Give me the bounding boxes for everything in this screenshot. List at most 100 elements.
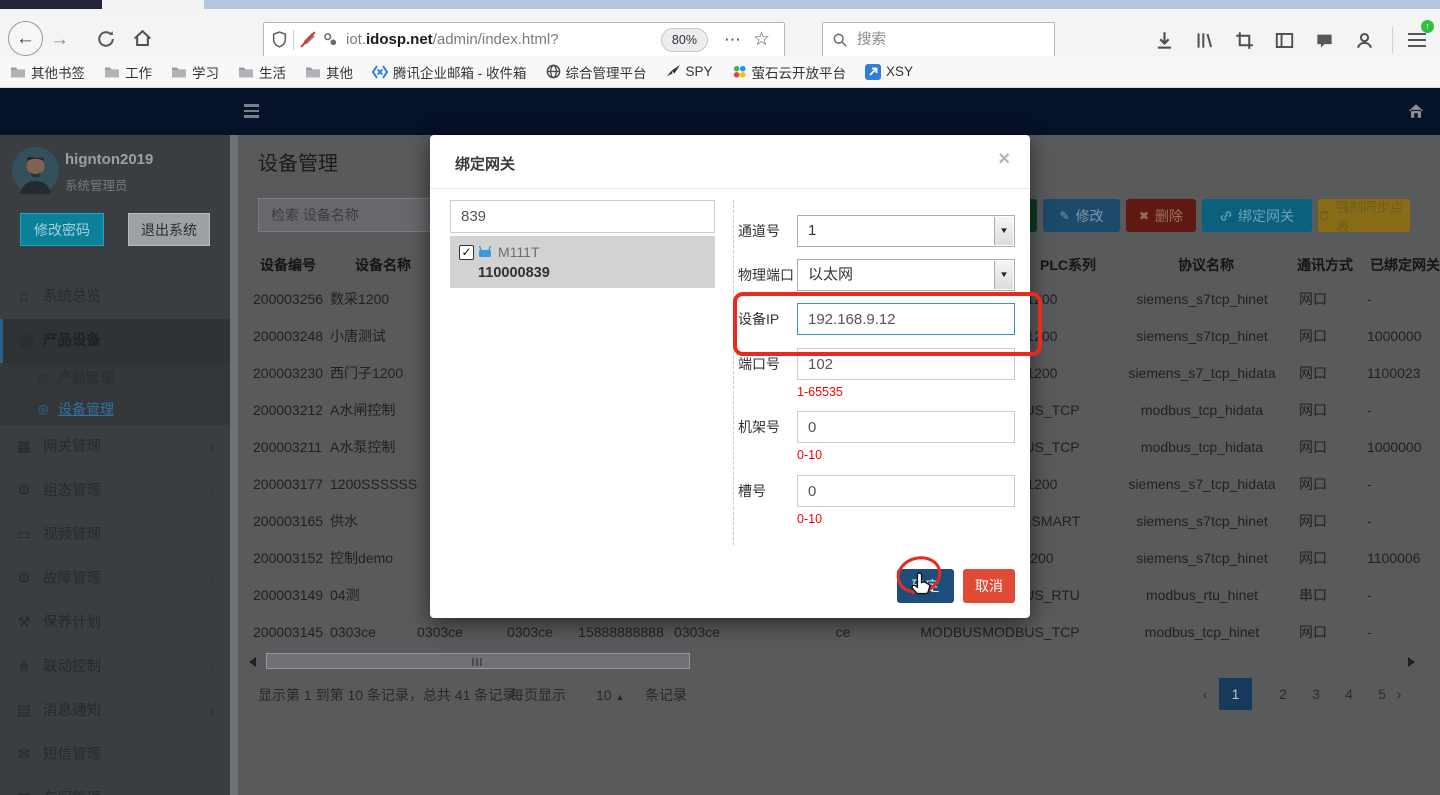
home-button[interactable] — [133, 29, 152, 53]
cell-gw: - — [1367, 503, 1372, 540]
browser-search-input[interactable] — [855, 31, 1019, 49]
bind-gateway-button[interactable]: 绑定网关 — [1202, 199, 1312, 232]
bookmark-star-icon[interactable]: ☆ — [753, 28, 770, 51]
bookmark-item[interactable]: XSY — [865, 64, 913, 80]
gateway-list-item[interactable]: ✓ M111T 110000839 — [450, 236, 715, 288]
app-home-icon[interactable] — [1407, 102, 1425, 125]
input-机架号[interactable] — [797, 411, 1015, 443]
library-icon[interactable] — [1195, 31, 1214, 55]
column-header[interactable]: 已绑定网关 — [1370, 252, 1440, 278]
cell-proto: siemens_s7tcp_hinet — [1136, 540, 1268, 577]
sidebar-subitem[interactable]: ◎产品管理 — [0, 363, 230, 394]
browser-search[interactable] — [822, 22, 1055, 57]
bookmark-item[interactable]: 综合管理平台 — [546, 62, 647, 82]
page-button-1[interactable]: 1 — [1219, 678, 1252, 710]
prev-page-button[interactable]: ‹ — [1196, 678, 1214, 710]
link-icon — [1220, 210, 1232, 222]
bookmark-label: 生活 — [259, 62, 286, 82]
url-bar[interactable]: iot.idosp.net/admin/index.html? 80% ⋯ ☆ — [263, 22, 785, 57]
blocked-pencil-icon[interactable] — [300, 31, 317, 48]
page-button-3[interactable]: 3 — [1306, 678, 1326, 710]
column-header[interactable]: PLC系列 — [1040, 252, 1096, 278]
sidebar-item-3[interactable]: ⚙组态管理‹ — [0, 469, 230, 513]
scroll-left-icon[interactable] — [249, 657, 256, 667]
cancel-button[interactable]: 取消 — [963, 569, 1015, 603]
sidebar-toggle-icon[interactable] — [1275, 31, 1294, 55]
zoom-level-badge[interactable]: 80% — [661, 28, 708, 52]
forward-button[interactable]: → — [50, 30, 69, 49]
sidebar-item-7[interactable]: ⋔联动控制‹ — [0, 645, 230, 689]
bookmark-item[interactable]: 腾讯企业邮箱 - 收件箱 — [372, 62, 527, 82]
url-text[interactable]: iot.idosp.net/admin/index.html? — [346, 31, 661, 48]
sidebar-item-1[interactable]: ▤产品设备‹ — [0, 319, 230, 363]
avatar[interactable] — [12, 147, 59, 199]
sidebar-item-10[interactable]: ▦车间管理 — [0, 777, 230, 795]
bind-gateway-modal: 绑定网关 × ✓ M111T 110000839 通道号1▼物理端口以太网▼设备… — [430, 135, 1030, 618]
horizontal-scrollbar[interactable] — [266, 653, 690, 669]
dropdown-arrow-icon[interactable]: ▼ — [994, 217, 1013, 245]
sidebar-item-label: 车间管理 — [43, 777, 101, 795]
device-search-input[interactable] — [258, 198, 455, 232]
download-icon[interactable] — [1155, 31, 1174, 55]
column-header[interactable]: 设备编号 — [260, 252, 316, 278]
sidebar-item-4[interactable]: ▭视频管理 — [0, 513, 230, 557]
page-button-2[interactable]: 2 — [1273, 678, 1293, 710]
bookmark-folder[interactable]: 生活 — [238, 62, 286, 82]
sidebar-item-6[interactable]: ⚒保养计划 — [0, 601, 230, 645]
page-button-4[interactable]: 4 — [1339, 678, 1359, 710]
edit-button[interactable]: ✎修改 — [1043, 199, 1120, 232]
bookmark-item[interactable]: 萤石云开放平台 — [732, 62, 847, 82]
reload-button[interactable] — [97, 30, 115, 53]
sync-icon — [1318, 210, 1330, 222]
dropdown-arrow-icon[interactable]: ▼ — [994, 261, 1013, 289]
cell-name: 供水 — [330, 503, 358, 540]
cell-plc: MODBUS_TCP — [982, 614, 1079, 651]
bookmark-folder[interactable]: 学习 — [171, 62, 219, 82]
permissions-icon[interactable] — [323, 32, 338, 47]
input-槽号[interactable] — [797, 475, 1015, 507]
close-icon[interactable]: × — [998, 149, 1010, 169]
dots-icon — [732, 64, 747, 79]
sidebar-subitem[interactable]: ◎设备管理 — [0, 394, 230, 425]
bookmark-folder[interactable]: 其他书签 — [10, 62, 85, 82]
sidebar-item-5[interactable]: ⚙故障管理‹ — [0, 557, 230, 601]
sidebar-item-8[interactable]: ▤消息通知‹ — [0, 689, 230, 733]
column-header[interactable]: 通讯方式 — [1297, 252, 1353, 278]
bookmark-folder[interactable]: 其他 — [305, 62, 353, 82]
cell-c3: 0303ce — [417, 614, 463, 651]
menu-button[interactable] — [1408, 33, 1426, 51]
sidebar-item-0[interactable]: ⌂系统总览 — [0, 275, 230, 319]
gateway-search-input[interactable] — [450, 200, 715, 233]
checkbox-checked-icon[interactable]: ✓ — [459, 245, 474, 260]
column-header[interactable]: 协议名称 — [1178, 252, 1234, 278]
bookmark-item[interactable]: SPY — [666, 64, 713, 79]
bookmark-folder[interactable]: 工作 — [104, 62, 152, 82]
cell-comm: 网口 — [1299, 318, 1327, 355]
cell-comm: 网口 — [1299, 614, 1327, 651]
field-hint: 1-65535 — [797, 385, 843, 399]
field-label: 物理端口 — [738, 259, 796, 291]
force-sync-button[interactable]: 强制同步点表 — [1318, 199, 1410, 232]
account-icon[interactable] — [1355, 31, 1374, 55]
page-button-5[interactable]: 5 — [1372, 678, 1392, 710]
delete-button[interactable]: ✖删除 — [1126, 199, 1196, 232]
sidebar-item-9[interactable]: ✉短信管理 — [0, 733, 230, 777]
cell-proto: modbus_rtu_hinet — [1146, 577, 1258, 614]
select-通道号[interactable]: 1▼ — [797, 215, 1015, 247]
back-button[interactable]: ← — [8, 21, 43, 56]
screenshot-icon[interactable] — [1235, 31, 1254, 55]
pocket-chat-icon[interactable] — [1315, 31, 1334, 55]
cell-id: 200003145 — [253, 614, 323, 651]
scroll-right-icon[interactable] — [1408, 657, 1415, 667]
logout-button[interactable]: 退出系统 — [128, 213, 210, 246]
column-header[interactable]: 设备名称 — [355, 252, 411, 278]
next-page-button[interactable]: › — [1390, 678, 1408, 710]
sidebar-item-2[interactable]: ▦网关管理‹ — [0, 425, 230, 469]
change-password-button[interactable]: 修改密码 — [20, 213, 104, 246]
page-actions-icon[interactable]: ⋯ — [724, 30, 741, 50]
sidebar-collapse-icon[interactable] — [244, 104, 259, 121]
per-page-select[interactable]: 10 ▲ — [596, 686, 624, 704]
per-page-suffix: 条记录 — [645, 686, 687, 704]
sidebar-item-label: 故障管理 — [43, 557, 101, 601]
select-物理端口[interactable]: 以太网▼ — [797, 259, 1015, 291]
